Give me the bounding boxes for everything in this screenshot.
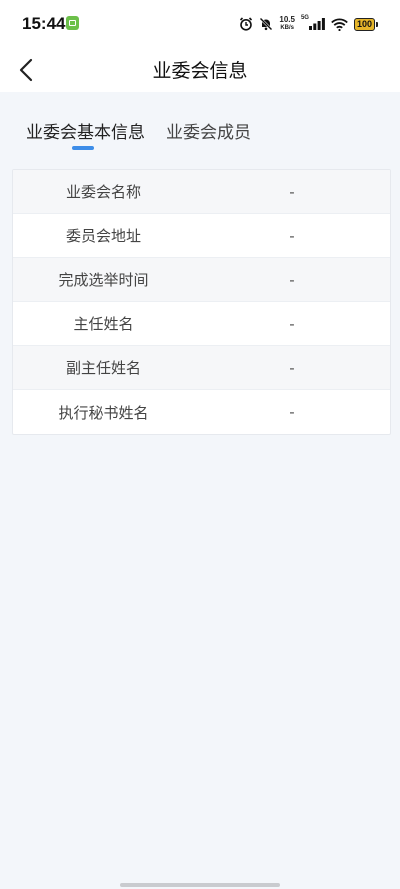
mute-bell-icon — [259, 17, 273, 31]
table-row: 执行秘书姓名 - — [13, 390, 390, 434]
page-title: 业委会信息 — [152, 60, 248, 82]
row-label: 委员会地址 — [65, 227, 141, 245]
status-bar: 15:44 10.5 KB/s 5G 100 — [0, 0, 400, 48]
table-row: 完成选举时间 - — [13, 258, 390, 302]
tab-basic-info[interactable]: 业委会基本信息 — [26, 118, 145, 143]
row-value: - — [289, 358, 295, 377]
nav-bar: 业委会信息 — [0, 48, 400, 92]
alarm-icon — [240, 17, 253, 31]
row-value: - — [289, 270, 295, 289]
cellular-signal-icon — [308, 18, 325, 30]
network-speed: 10.5 KB/s — [279, 16, 295, 32]
row-label: 执行秘书姓名 — [58, 403, 149, 422]
battery-tip — [376, 21, 378, 27]
row-value: - — [289, 403, 295, 421]
row-label: 完成选举时间 — [58, 271, 149, 289]
network-speed-value: 10.5 — [279, 15, 295, 24]
app-notification-icon — [66, 16, 79, 30]
table-row: 委员会地址 - — [13, 214, 390, 258]
network-type-label: 5G — [300, 15, 309, 21]
active-tab-indicator — [72, 146, 94, 150]
info-table: 业委会名称 - 委员会地址 - 完成选举时间 - 主任姓名 - 副主任姓名 - … — [12, 169, 391, 435]
tab-bar: 业委会基本信息 业委会成员 — [0, 92, 400, 168]
network-speed-unit: KB/s — [280, 25, 294, 31]
row-value: - — [289, 314, 295, 333]
battery-icon: 100 — [353, 17, 378, 31]
wifi-icon — [331, 18, 348, 31]
row-label: 副主任姓名 — [65, 359, 141, 377]
battery-level: 100 — [353, 17, 375, 31]
table-row: 主任姓名 - — [13, 302, 390, 346]
row-label: 业委会名称 — [65, 183, 141, 201]
table-row: 副主任姓名 - — [13, 346, 390, 390]
status-icons: 10.5 KB/s 5G 100 — [239, 14, 378, 34]
row-value: - — [289, 182, 295, 201]
home-indicator[interactable] — [120, 883, 280, 887]
tab-members[interactable]: 业委会成员 — [166, 118, 251, 143]
row-label: 主任姓名 — [73, 315, 134, 333]
table-row: 业委会名称 - — [13, 170, 390, 214]
status-time: 15:44 — [22, 14, 66, 33]
row-value: - — [289, 226, 295, 245]
